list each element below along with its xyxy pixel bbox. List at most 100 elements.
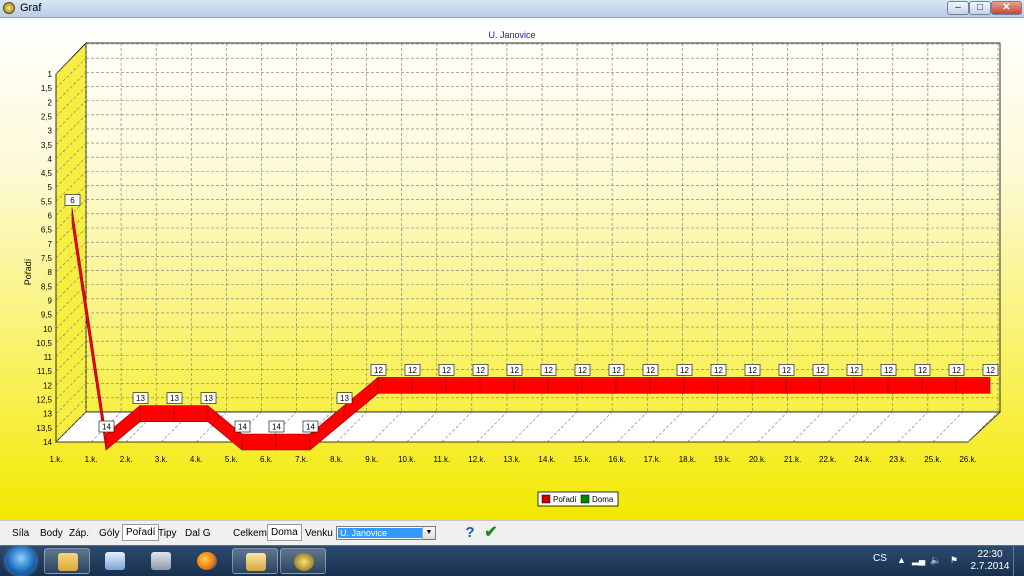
x-tick-label: 18.k. [679, 455, 696, 464]
minimize-button[interactable]: – [947, 1, 969, 15]
data-label-text: 13 [340, 394, 349, 403]
x-tick-label: 21.k. [784, 455, 801, 464]
y-tick-label: 13,5 [36, 424, 52, 433]
x-tick-label: 13.k. [503, 455, 520, 464]
data-label: 12 [778, 364, 795, 376]
x-tick-label: 4.k. [190, 455, 203, 464]
series-segment [513, 377, 549, 394]
data-label: 12 [812, 364, 829, 376]
y-tick-label: 3,5 [41, 141, 53, 150]
show-hidden-icons-icon[interactable]: ▲ [897, 555, 909, 565]
data-label-text: 12 [680, 366, 689, 375]
line-chart: 11,522,533,544,555,566,577,588,599,51010… [23, 30, 1002, 507]
data-label-text: 12 [476, 366, 485, 375]
language-indicator[interactable]: CS [873, 553, 887, 564]
x-tick-label: 22.k. [819, 455, 836, 464]
data-label: 12 [370, 364, 387, 376]
team-select-value: U. Janovice [338, 528, 425, 538]
data-label-text: 12 [714, 366, 723, 375]
data-label-text: 12 [578, 366, 587, 375]
dropdown-arrow-icon[interactable]: ▼ [422, 527, 435, 539]
y-tick-label: 2,5 [41, 112, 53, 121]
y-tick-label: 11,5 [37, 367, 53, 376]
volume-icon[interactable]: 🔈 [930, 555, 942, 565]
clock-time[interactable]: 22:30 [975, 549, 1005, 560]
x-tick-label: 10.k. [398, 455, 415, 464]
data-label: 12 [948, 364, 965, 376]
data-label-text: 12 [816, 366, 825, 375]
data-label: 14 [234, 420, 251, 433]
data-label: 12 [574, 364, 591, 376]
data-label: 12 [880, 364, 897, 376]
start-button[interactable] [6, 547, 36, 575]
action-center-flag-icon[interactable]: ⚑ [950, 555, 962, 565]
x-tick-label: 8.k. [330, 455, 343, 464]
y-tick-label: 9,5 [41, 311, 53, 320]
help-button[interactable]: ? [462, 524, 478, 541]
data-label: 12 [540, 364, 557, 376]
tab-porad[interactable]: Pořadí [122, 524, 160, 541]
taskbar-firefox[interactable] [184, 548, 230, 574]
data-label: 12 [744, 364, 761, 376]
data-label-text: 6 [70, 196, 75, 205]
series-segment [751, 377, 787, 394]
series-segment [411, 377, 447, 394]
x-tick-label: 26.k. [959, 455, 976, 464]
legend-swatch-porad [541, 494, 551, 504]
x-tick-label: 9.k. [365, 455, 378, 464]
data-label: 12 [676, 364, 693, 376]
view-venku[interactable]: Venku [305, 528, 333, 539]
taskbar-explorer[interactable] [44, 548, 90, 574]
y-tick-label: 6 [48, 212, 53, 221]
data-label: 12 [982, 364, 999, 376]
data-label: 12 [438, 364, 455, 376]
data-label: 12 [506, 364, 523, 376]
series-segment [445, 377, 481, 394]
x-tick-label: 17.k. [644, 455, 661, 464]
data-label-text: 14 [272, 423, 281, 432]
data-labels: 6 14 13 13 13 14 14 14 13 12 12 12 12 12 12 12 12 12 12 12 1… [64, 194, 999, 433]
x-tick-label: 11.k. [433, 455, 450, 464]
series-segment [615, 377, 651, 394]
series-segment [921, 377, 957, 394]
y-axis-title: Pořadí [23, 258, 33, 285]
data-label: 14 [98, 420, 115, 433]
tab-tipy[interactable]: Tipy [158, 528, 177, 539]
y-tick-label: 3 [48, 127, 53, 136]
data-label: 13 [200, 392, 217, 404]
taskbar-paint[interactable] [92, 548, 138, 574]
taskbar-calculator[interactable] [138, 548, 184, 574]
back-wall [85, 42, 1001, 413]
tab-sila[interactable]: Síla [12, 528, 29, 539]
series-segment [275, 433, 311, 451]
tab-goly[interactable]: Góly [99, 528, 120, 539]
maximize-button[interactable]: □ [969, 1, 991, 15]
series-segment [683, 377, 719, 394]
y-tick-label: 7,5 [41, 254, 53, 263]
confirm-button[interactable]: ✔ [482, 524, 500, 541]
data-label: 6 [64, 194, 81, 206]
view-doma[interactable]: Doma [267, 524, 302, 541]
series-segment [479, 377, 515, 394]
folder-open-icon [246, 553, 266, 571]
chart-title: U. Janovice [488, 30, 535, 40]
data-label: 12 [404, 364, 421, 376]
clock-date[interactable]: 2.7.2014 [968, 561, 1012, 572]
y-tick-label: 2 [48, 98, 53, 107]
taskbar: CS ▲ ▂▄ 🔈 ⚑ 22:30 2.7.2014 [0, 545, 1024, 576]
tab-zap[interactable]: Záp. [69, 528, 89, 539]
show-desktop-button[interactable] [1013, 546, 1024, 576]
taskbar-graf-app[interactable] [280, 548, 326, 574]
data-label: 14 [302, 420, 319, 433]
y-tick-label: 10 [43, 325, 52, 334]
view-celkem[interactable]: Celkem [233, 528, 267, 539]
close-button[interactable]: ✕ [991, 1, 1022, 15]
chart-legend: Pořadí Doma [537, 491, 619, 507]
team-select[interactable]: U. Janovice ▼ [336, 526, 436, 540]
taskbar-folder[interactable] [232, 548, 278, 574]
tab-body[interactable]: Body [40, 528, 63, 539]
tab-dal-g[interactable]: Dal G [185, 528, 211, 539]
data-label-text: 12 [952, 366, 961, 375]
network-signal-icon[interactable]: ▂▄ [912, 555, 925, 565]
window-titlebar: Graf – □ ✕ [0, 0, 1024, 18]
